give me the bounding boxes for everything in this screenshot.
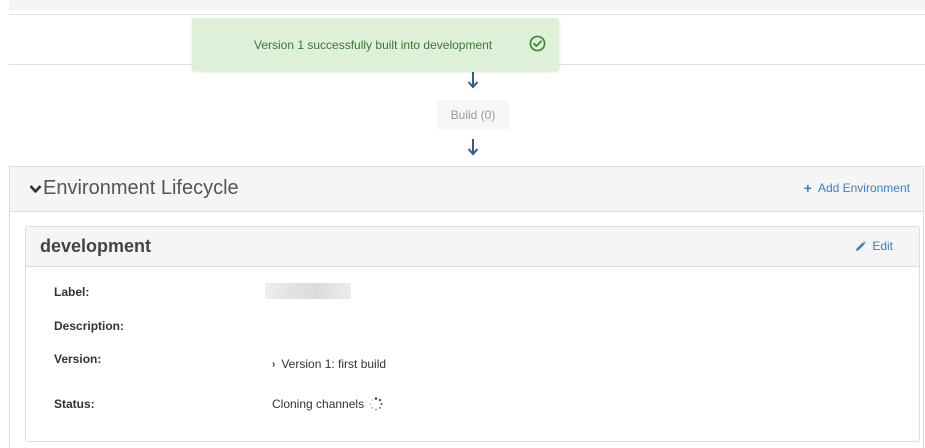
spinner-icon [369,397,383,411]
build-step[interactable]: Build (0) [437,100,509,130]
environment-name: development [40,236,152,256]
environment-card: development Edit Label: Description: Ver… [25,226,920,442]
edit-button[interactable]: Edit [855,239,893,253]
top-strip [9,0,925,10]
environment-header: development Edit [26,227,919,267]
add-environment-label: Add Environment [817,181,910,195]
chevron-right-icon: › [272,358,276,370]
label-value-redacted [265,283,351,299]
toast-message: Version 1 successfully built into develo… [254,38,493,52]
panel-title: Environment Lifecycle [43,177,239,199]
chevron-down-icon[interactable] [29,184,42,194]
label-field-label: Label: [54,285,90,299]
plus-icon: + [803,180,812,196]
pencil-icon [856,240,867,251]
status-value: Cloning channels [272,397,365,411]
version-link[interactable]: › Version 1: first build [272,357,386,371]
description-field-label: Description: [54,319,125,333]
status-value-wrap: Cloning channels [272,396,384,412]
arrow-down-icon [467,72,479,89]
success-toast[interactable]: Version 1 successfully built into develo… [192,18,559,71]
panel-header[interactable]: Environment Lifecycle + Add Environment [10,167,923,212]
version-field-label: Version: [54,352,102,366]
edit-label: Edit [872,239,893,253]
environment-lifecycle-panel: Environment Lifecycle + Add Environment … [9,166,924,448]
status-field-label: Status: [54,397,95,411]
add-environment-button[interactable]: + Add Environment [804,181,910,195]
version-value: Version 1: first build [281,357,387,371]
arrow-down-icon [467,139,479,156]
check-circle-icon [529,35,546,52]
